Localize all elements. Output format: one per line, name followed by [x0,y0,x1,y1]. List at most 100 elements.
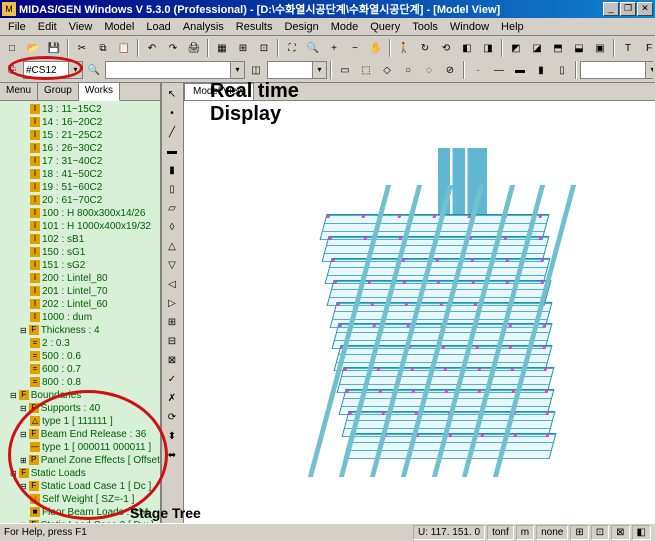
left-tab-group[interactable]: Group [38,83,79,100]
menu-results[interactable]: Results [230,20,279,34]
tool-icon[interactable]: ◧ [457,38,477,58]
tool-icon[interactable]: ✓ [163,370,181,388]
zoom-window-icon[interactable]: 🔍 [303,38,323,58]
tool-icon[interactable]: ▦ [212,38,232,58]
tree-item[interactable]: I202 : Lintel_60 [2,298,158,311]
tool-icon[interactable]: ⊠ [163,351,181,369]
tree-item[interactable]: I150 : sG1 [2,246,158,259]
tree-item[interactable]: =2 : 0.3 [2,337,158,350]
arrow-icon[interactable]: ↖ [163,85,181,103]
tool-icon[interactable]: ⊞ [233,38,253,58]
tool-icon[interactable]: △ [163,237,181,255]
maximize-button[interactable]: ❐ [620,2,636,16]
view-icon[interactable]: F [639,38,653,58]
chevron-down-icon[interactable]: ▾ [68,62,82,78]
tool-icon[interactable]: ⊟ [163,332,181,350]
status-unit-force[interactable]: tonf [487,525,514,540]
tab-icon[interactable]: ⎘ [2,60,22,80]
select-icon[interactable]: ⬚ [356,60,376,80]
chevron-down-icon[interactable]: ▾ [230,62,244,78]
paste-icon[interactable]: 📋 [114,38,134,58]
search-icon[interactable]: 🔍 [84,60,104,80]
chevron-down-icon[interactable]: ▾ [312,62,326,78]
save-icon[interactable]: 💾 [44,38,64,58]
select-icon[interactable]: ◌ [419,60,439,80]
tree-item[interactable]: PPanel Zone Effects [ Offset Factor=1 ] [2,454,158,467]
zoom-out-icon[interactable]: − [345,38,365,58]
tree-item[interactable]: =800 : 0.8 [2,376,158,389]
tree-item[interactable]: ■Floor Beam Loads : 414 [2,506,158,519]
tool-icon[interactable]: ⊞ [163,313,181,331]
tree-item[interactable]: —type 1 [ 000011 000011 ] [2,441,158,454]
tree-item[interactable]: I100 : H 800x300x14/26 [2,207,158,220]
tool-icon[interactable]: ⬌ [163,446,181,464]
menu-query[interactable]: Query [364,20,406,34]
pan-icon[interactable]: ✋ [366,38,386,58]
cut-icon[interactable]: ✂ [72,38,92,58]
tree-item[interactable]: I17 : 31~40C2 [2,155,158,168]
tool-icon[interactable]: ⟳ [163,408,181,426]
menu-tools[interactable]: Tools [406,20,444,34]
select-icon[interactable]: ◇ [377,60,397,80]
tree-item[interactable]: I14 : 16~20C2 [2,116,158,129]
tree-item[interactable]: I1000 : dum [2,311,158,324]
tool-icon[interactable]: ⊡ [254,38,274,58]
undo-icon[interactable]: ↶ [142,38,162,58]
tree-item[interactable]: FStatic Load Case 1 [ Dc ] [2,480,158,493]
menu-file[interactable]: File [2,20,32,34]
tree-item[interactable]: I201 : Lintel_70 [2,285,158,298]
print-icon[interactable]: 🖨 [184,38,204,58]
menu-load[interactable]: Load [140,20,176,34]
menu-model[interactable]: Model [98,20,140,34]
open-icon[interactable]: 📂 [23,38,43,58]
left-tab-works[interactable]: Works [79,83,120,101]
tab-model-view[interactable]: Model View [184,83,254,100]
combo-3[interactable]: ▾ [267,61,327,79]
menu-edit[interactable]: Edit [32,20,63,34]
menu-analysis[interactable]: Analysis [177,20,230,34]
elem-icon[interactable]: — [489,60,509,80]
beam-tool-icon[interactable]: ▬ [163,142,181,160]
tree-item[interactable]: FBeam End Release : 36 [2,428,158,441]
status-toggle[interactable]: ◧ [632,525,651,540]
node-icon[interactable]: · [468,60,488,80]
line-tool-icon[interactable]: ╱ [163,123,181,141]
plate-tool-icon[interactable]: ▱ [163,199,181,217]
elem-icon[interactable]: ▮ [531,60,551,80]
copy-icon[interactable]: ⧉ [93,38,113,58]
display-icon[interactable]: ▣ [590,38,610,58]
zoom-in-icon[interactable]: + [324,38,344,58]
view-icon[interactable]: T [618,38,638,58]
status-toggle[interactable]: ⊠ [611,525,629,540]
tree-item[interactable]: I19 : 51~60C2 [2,181,158,194]
minimize-button[interactable]: _ [603,2,619,16]
tool-icon[interactable]: ✗ [163,389,181,407]
tool-icon[interactable]: ◫ [246,60,266,80]
display-icon[interactable]: ⬒ [548,38,568,58]
tool-icon[interactable]: ◊ [163,218,181,236]
menu-mode[interactable]: Mode [325,20,365,34]
select-icon[interactable]: ○ [398,60,418,80]
tree-item[interactable]: I151 : sG2 [2,259,158,272]
select-icon[interactable]: ⊘ [440,60,460,80]
display-icon[interactable]: ◩ [506,38,526,58]
tool-icon[interactable]: ⟲ [436,38,456,58]
tree-item[interactable]: I101 : H 1000x400x19/32 [2,220,158,233]
tool-icon[interactable]: ▽ [163,256,181,274]
status-toggle[interactable]: ⊡ [591,525,609,540]
tree-item[interactable]: ↓Self Weight [ SZ=-1 ] [2,493,158,506]
walk-icon[interactable]: 🚶 [394,38,414,58]
status-unit-length[interactable]: m [516,525,534,540]
menu-view[interactable]: View [63,20,99,34]
column-tool-icon[interactable]: ▮ [163,161,181,179]
display-icon[interactable]: ⬓ [569,38,589,58]
left-tab-menu[interactable]: Menu [0,83,38,100]
tree-item[interactable]: FBoundaries [2,389,158,402]
model-viewport[interactable] [184,101,655,526]
tree-item[interactable]: △type 1 [ 111111 ] [2,415,158,428]
rotate-icon[interactable]: ↻ [415,38,435,58]
elem-icon[interactable]: ▯ [552,60,572,80]
wall-tool-icon[interactable]: ▯ [163,180,181,198]
tree-item[interactable]: I102 : sB1 [2,233,158,246]
filter-combo[interactable]: ▾ [105,61,245,79]
